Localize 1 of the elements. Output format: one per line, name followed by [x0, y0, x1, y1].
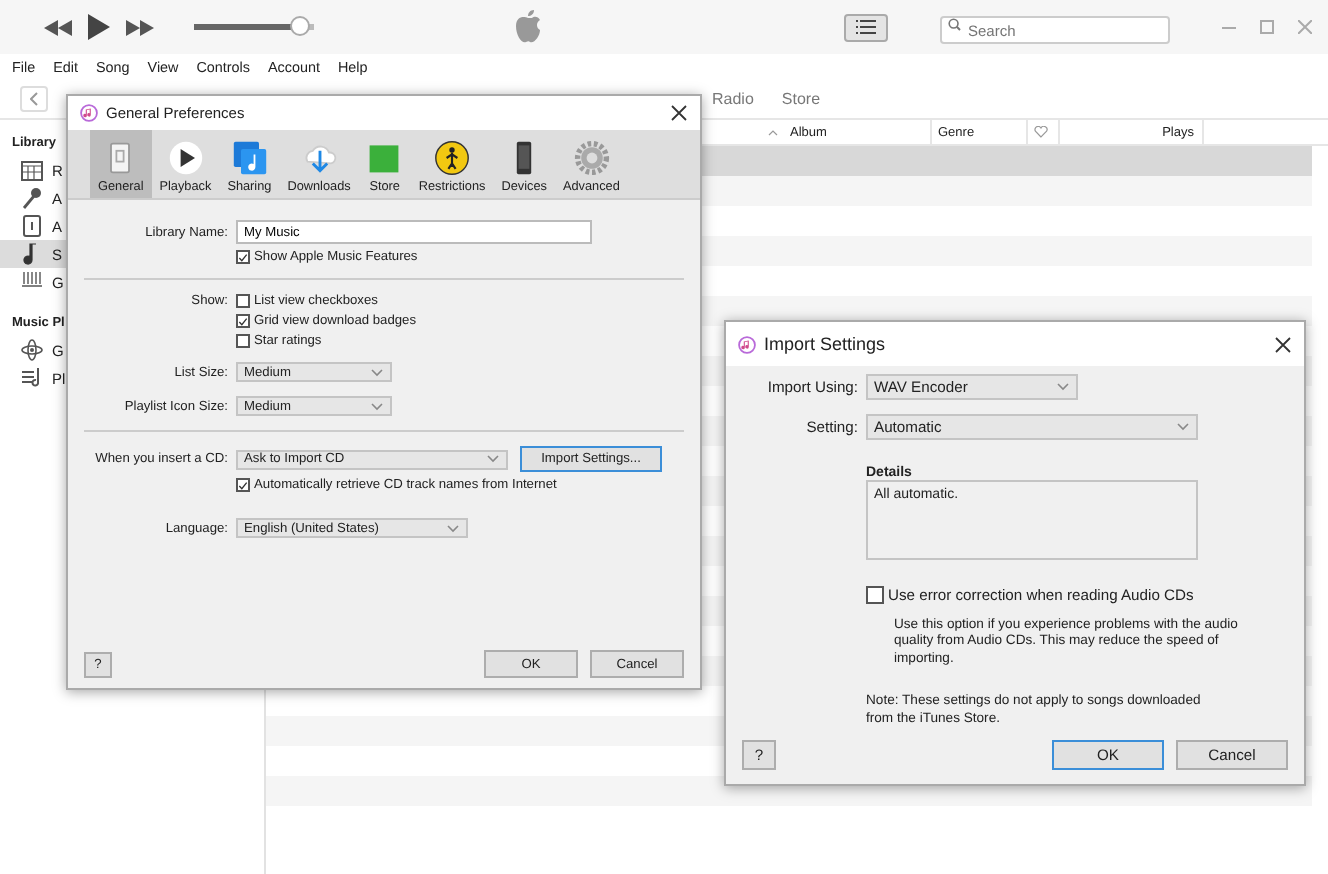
dialog-title: Import Settings [764, 334, 886, 354]
